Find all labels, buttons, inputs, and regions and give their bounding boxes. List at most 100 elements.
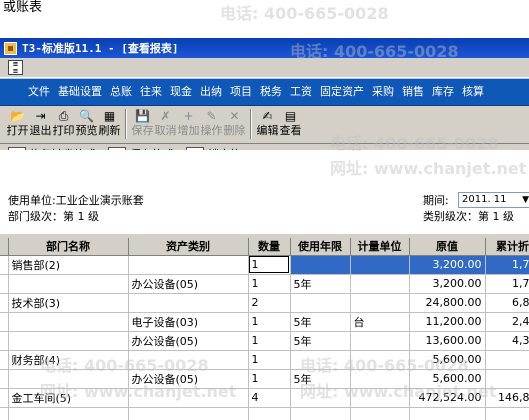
- cell-years[interactable]: [290, 350, 351, 370]
- cell-unit[interactable]: [350, 407, 410, 420]
- table-row[interactable]: 电子设备(03)15年台11,200.002,49: [0, 312, 529, 332]
- menu-item[interactable]: 库存: [428, 79, 458, 105]
- cell-qty[interactable]: 4: [248, 388, 291, 408]
- cell-years[interactable]: [290, 293, 351, 313]
- menu-item[interactable]: 基础设置: [54, 79, 106, 105]
- menu-item[interactable]: 工资: [286, 79, 316, 105]
- toolbar-button-add[interactable]: + 增加: [177, 109, 200, 138]
- toolbar-button-view[interactable]: ▤ 查看: [279, 109, 302, 138]
- toolbar-button-edit[interactable]: ✎ 操作: [200, 109, 223, 138]
- cell-accum-depr[interactable]: 4,38: [485, 331, 529, 351]
- menu-item[interactable]: 出纳: [196, 79, 226, 105]
- cell-accum-depr[interactable]: 6,88: [485, 293, 529, 313]
- col-header-category[interactable]: 资产类别: [128, 238, 249, 256]
- cell-dept[interactable]: [8, 312, 129, 332]
- cell-accum-depr[interactable]: 1,70: [485, 255, 529, 275]
- row-header[interactable]: [0, 331, 9, 351]
- table-row[interactable]: [0, 407, 529, 420]
- cell-years[interactable]: 5年: [290, 369, 351, 389]
- cell-unit[interactable]: [350, 369, 410, 389]
- cell-unit[interactable]: [350, 293, 410, 313]
- cell-unit[interactable]: [350, 331, 410, 351]
- row-header[interactable]: [0, 255, 9, 275]
- cell-qty[interactable]: 1: [248, 369, 291, 389]
- table-row[interactable]: 办公设备(05)15年 5,600.008: [0, 369, 529, 389]
- menu-item[interactable]: 文件: [24, 79, 54, 105]
- cell-years[interactable]: [290, 255, 351, 275]
- table-row[interactable]: 办公设备(05)15年 3,200.001,70: [0, 274, 529, 294]
- cell-accum-depr[interactable]: 8: [485, 350, 529, 370]
- row-header[interactable]: [0, 369, 9, 389]
- cell-dept[interactable]: [8, 407, 129, 420]
- row-header[interactable]: [0, 350, 9, 370]
- cell-unit[interactable]: [350, 350, 410, 370]
- cell-qty[interactable]: 1: [248, 255, 291, 275]
- cell-qty[interactable]: 1: [248, 350, 291, 370]
- toolbar-button-delete[interactable]: ✕ 删除: [223, 109, 246, 138]
- table-row[interactable]: 财务部(4) 1 5,600.008: [0, 350, 529, 370]
- cell-accum-depr[interactable]: 2,49: [485, 312, 529, 332]
- menu-item[interactable]: 税务: [256, 79, 286, 105]
- cell-original-value[interactable]: 3,200.00: [409, 255, 486, 275]
- cell-dept[interactable]: [8, 274, 129, 294]
- menu-item[interactable]: 项目: [226, 79, 256, 105]
- cell-accum-depr[interactable]: 146,83: [485, 388, 529, 408]
- cell-original-value[interactable]: 472,524.00: [409, 388, 486, 408]
- cell-dept[interactable]: 财务部(4): [8, 350, 129, 370]
- cell-dept[interactable]: 金工车间(5): [8, 388, 129, 408]
- menu-item[interactable]: 采购: [368, 79, 398, 105]
- menu-item[interactable]: 销售: [398, 79, 428, 105]
- cell-accum-depr[interactable]: 8: [485, 369, 529, 389]
- cell-category[interactable]: [128, 388, 249, 408]
- col-header-original-value[interactable]: 原值: [409, 238, 486, 256]
- row-header[interactable]: [0, 274, 9, 294]
- menu-item[interactable]: 总账: [106, 79, 136, 105]
- toolbar-button-refresh[interactable]: ▦ 刷新: [98, 109, 121, 138]
- toolbar-button-exit[interactable]: ⇥ 退出: [29, 109, 52, 138]
- row-header[interactable]: [0, 407, 9, 420]
- cell-years[interactable]: [290, 388, 351, 408]
- cell-unit[interactable]: [350, 274, 410, 294]
- period-select[interactable]: 2011. 11 ▼: [458, 192, 529, 208]
- cell-category[interactable]: 电子设备(03): [128, 312, 249, 332]
- row-header[interactable]: [0, 388, 9, 408]
- cell-qty[interactable]: 1: [248, 274, 291, 294]
- col-header-dept[interactable]: 部门名称: [8, 238, 129, 256]
- cell-qty[interactable]: [248, 407, 291, 420]
- toolbar-button-save[interactable]: 💾 保存: [131, 109, 154, 138]
- cell-category[interactable]: [128, 407, 249, 420]
- toolbar-button-print[interactable]: ⎙ 打印: [52, 109, 75, 138]
- cell-category[interactable]: [128, 350, 249, 370]
- col-header-accum-depr[interactable]: 累计折: [485, 238, 529, 256]
- cell-category[interactable]: 办公设备(05): [128, 331, 249, 351]
- cell-unit[interactable]: [350, 255, 410, 275]
- menu-item[interactable]: 固定资产: [316, 79, 368, 105]
- cell-years[interactable]: 5年: [290, 331, 351, 351]
- table-row[interactable]: 办公设备(05)15年 13,600.004,38: [0, 331, 529, 351]
- cell-accum-depr[interactable]: 1,70: [485, 274, 529, 294]
- cell-dept[interactable]: [8, 331, 129, 351]
- cell-unit[interactable]: [350, 388, 410, 408]
- cell-qty[interactable]: 1: [248, 331, 291, 351]
- cell-dept[interactable]: 技术部(3): [8, 293, 129, 313]
- cell-years[interactable]: 5年: [290, 274, 351, 294]
- cell-original-value[interactable]: 5,600.00: [409, 369, 486, 389]
- toolbar-button-cancel[interactable]: ✗ 取消: [154, 109, 177, 138]
- cell-category[interactable]: [128, 293, 249, 313]
- col-header-years[interactable]: 使用年限: [290, 238, 351, 256]
- cell-qty[interactable]: 2: [248, 293, 291, 313]
- menu-item[interactable]: 核算: [458, 79, 488, 105]
- cell-original-value[interactable]: [409, 407, 486, 420]
- document-control-icon[interactable]: ≡ ≡: [8, 60, 23, 75]
- menu-item[interactable]: 现金: [166, 79, 196, 105]
- row-header[interactable]: [0, 293, 9, 313]
- table-row[interactable]: 金工车间(5) 4 472,524.00146,83: [0, 388, 529, 408]
- toolbar-button-compile[interactable]: ✍ 编辑: [256, 109, 279, 138]
- cell-category[interactable]: 办公设备(05): [128, 274, 249, 294]
- cell-original-value[interactable]: 13,600.00: [409, 331, 486, 351]
- cell-dept[interactable]: [8, 369, 129, 389]
- table-row[interactable]: 销售部(2) 1 3,200.001,70: [0, 255, 529, 275]
- col-header-qty[interactable]: 数量: [248, 238, 291, 256]
- table-row[interactable]: 技术部(3) 2 24,800.006,88: [0, 293, 529, 313]
- cell-original-value[interactable]: 24,800.00: [409, 293, 486, 313]
